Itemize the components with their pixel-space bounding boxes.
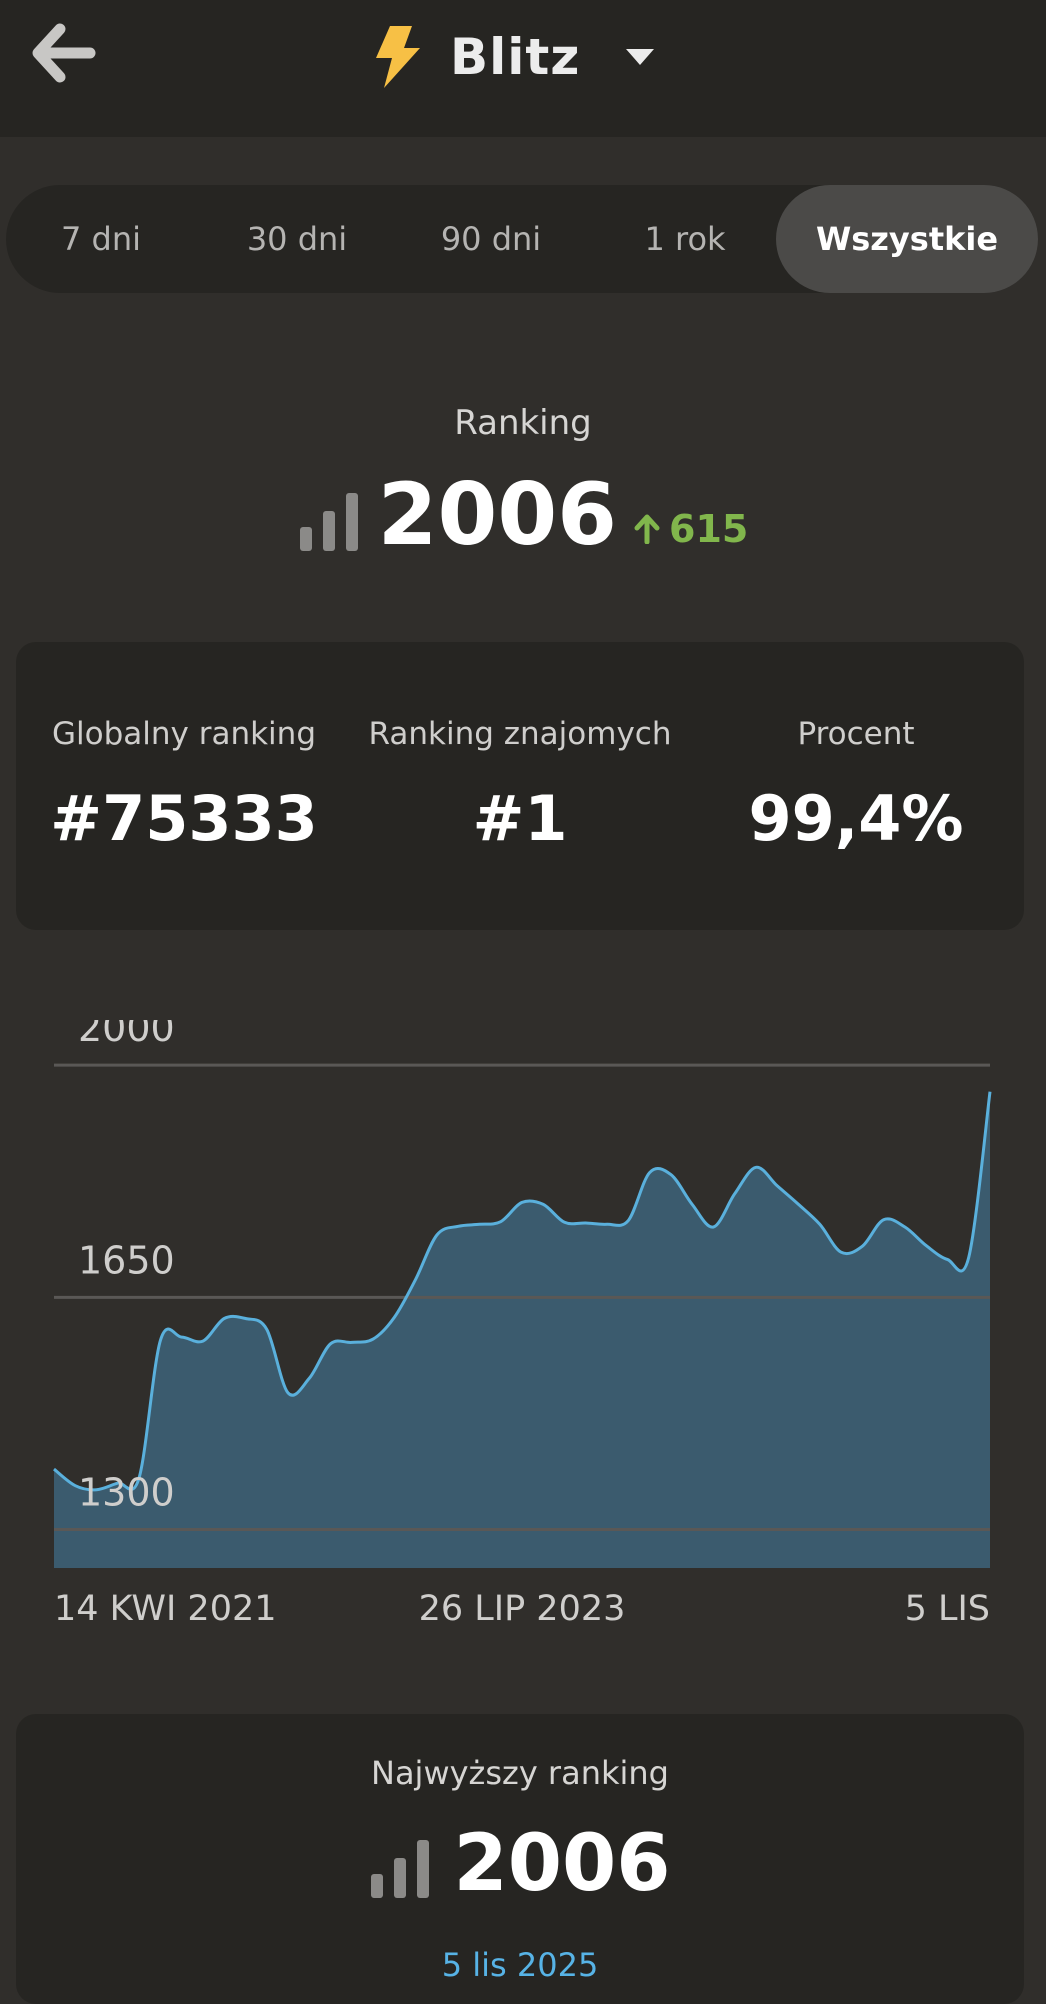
rating-row: 2006 615 [0,460,1046,570]
rating-value: 2006 [377,465,618,565]
best-rating-value: 2006 [453,1819,671,1909]
stat-label: Procent [797,716,915,752]
best-rating-row: 2006 [16,1814,1024,1914]
arrow-left-icon [32,23,96,83]
game-mode-selector[interactable]: Blitz [370,22,656,92]
stat-percentile: Procent 99,4% [688,642,1024,930]
arrow-up-icon [634,514,660,544]
rating-history-chart[interactable]: 1300 1650 2000 14 KWI 2021 26 LIP 2023 5 LIS [0,1006,1046,1670]
tab-1-year[interactable]: 1 rok [588,185,782,293]
rating-change: 615 [633,507,748,551]
tab-7-days[interactable]: 7 dni [6,185,196,293]
caret-down-icon [626,49,655,65]
stat-friends-rank: Ranking znajomych #1 [352,642,688,930]
chart-x-tick-label: 5 LIS [905,1589,990,1629]
chart-svg: 1300 1650 2000 14 KWI 2021 26 LIP 2023 5 LIS [53,1006,992,1629]
best-rating-card: Najwyższy ranking 2006 5 lis 2025 [16,1714,1024,2004]
period-tabs: 7 dni 30 dni 90 dni 1 rok Wszystkie [6,185,1038,293]
tab-all[interactable]: Wszystkie [776,185,1038,293]
best-rating-label: Najwyższy ranking [371,1754,669,1792]
stat-value: #1 [472,782,568,855]
chart-y-tick-label: 2000 [78,1020,175,1050]
stat-label: Ranking znajomych [368,716,672,752]
tab-90-days[interactable]: 90 dni [394,185,588,293]
rating-bars-icon [371,1840,430,1898]
chart-x-tick-label: 26 LIP 2023 [419,1589,626,1629]
chart-area-fill [54,1091,990,1568]
lightning-bolt-icon [376,26,420,88]
tab-30-days[interactable]: 30 dni [200,185,394,293]
stat-global-rank: Globalny ranking #75333 [16,642,352,930]
rating-label: Ranking [454,403,592,443]
stat-value: #75333 [50,782,318,855]
back-button[interactable] [26,20,100,86]
best-rating-date-link[interactable]: 5 lis 2025 [16,1946,1024,1984]
rating-bars-icon [299,493,358,551]
page-title: Blitz [450,28,581,86]
top-bar: Blitz [0,0,1046,137]
chart-y-tick-label: 1650 [78,1238,175,1282]
stat-label: Globalny ranking [51,716,316,752]
rating-change-value: 615 [669,507,749,551]
stat-value: 99,4% [748,782,964,855]
stats-card: Globalny ranking #75333 Ranking znajomyc… [16,642,1024,930]
chart-y-tick-label: 1300 [78,1471,175,1515]
chart-x-tick-label: 14 KWI 2021 [54,1589,277,1629]
